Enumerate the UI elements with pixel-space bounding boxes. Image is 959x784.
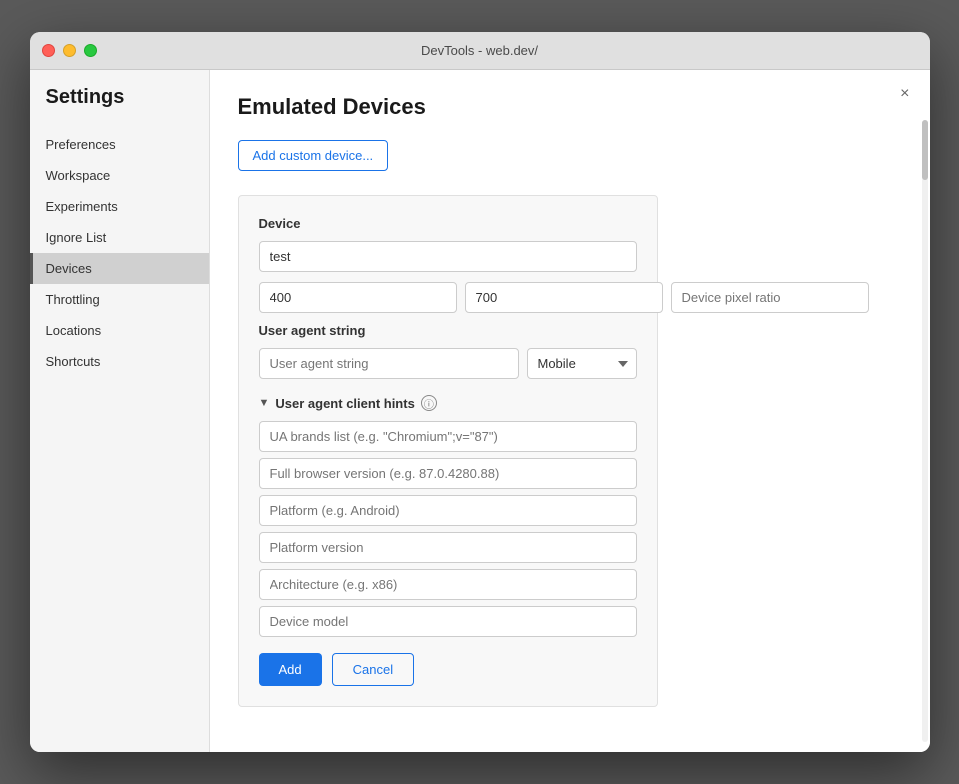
device-name-input[interactable] (259, 241, 637, 272)
width-input[interactable] (259, 282, 457, 313)
sidebar-heading: Settings (30, 86, 209, 129)
scrollbar-thumb[interactable] (922, 120, 928, 180)
user-agent-input[interactable] (259, 348, 519, 379)
info-icon[interactable]: ⓘ (421, 395, 437, 411)
device-form: Device User agent string Mobile Desktop … (238, 195, 658, 707)
sidebar-item-experiments[interactable]: Experiments (30, 191, 209, 222)
sidebar-item-label: Throttling (46, 292, 100, 307)
client-hints-label: User agent client hints (275, 396, 414, 411)
architecture-input[interactable] (259, 569, 637, 600)
pixel-ratio-input[interactable] (671, 282, 869, 313)
action-buttons: Add Cancel (259, 653, 637, 686)
add-custom-device-button[interactable]: Add custom device... (238, 140, 389, 171)
device-model-input[interactable] (259, 606, 637, 637)
dimensions-row (259, 282, 637, 313)
titlebar: DevTools - web.dev/ (30, 32, 930, 70)
minimize-traffic-light[interactable] (63, 44, 76, 57)
sidebar-item-preferences[interactable]: Preferences (30, 129, 209, 160)
sidebar-item-label: Preferences (46, 137, 116, 152)
user-agent-row: Mobile Desktop None (259, 348, 637, 379)
close-traffic-light[interactable] (42, 44, 55, 57)
ua-brands-input[interactable] (259, 421, 637, 452)
user-agent-type-select[interactable]: Mobile Desktop None (527, 348, 637, 379)
sidebar-item-ignore-list[interactable]: Ignore List (30, 222, 209, 253)
sidebar-item-label: Devices (46, 261, 92, 276)
full-browser-version-input[interactable] (259, 458, 637, 489)
traffic-lights (42, 44, 97, 57)
sidebar-item-throttling[interactable]: Throttling (30, 284, 209, 315)
hints-inputs (259, 421, 637, 637)
sidebar-item-shortcuts[interactable]: Shortcuts (30, 346, 209, 377)
sidebar-item-label: Ignore List (46, 230, 107, 245)
main-content: × Emulated Devices Add custom device... … (210, 70, 930, 752)
chevron-down-icon: ▼ (259, 397, 270, 409)
sidebar-item-workspace[interactable]: Workspace (30, 160, 209, 191)
window-body: Settings Preferences Workspace Experimen… (30, 70, 930, 752)
devtools-window: DevTools - web.dev/ Settings Preferences… (30, 32, 930, 752)
page-title: Emulated Devices (238, 94, 902, 120)
close-button[interactable]: × (900, 86, 909, 102)
cancel-button[interactable]: Cancel (332, 653, 414, 686)
window-title: DevTools - web.dev/ (421, 43, 538, 58)
user-agent-section-label: User agent string (259, 323, 637, 338)
scrollbar-track (922, 120, 928, 742)
sidebar: Settings Preferences Workspace Experimen… (30, 70, 210, 752)
height-input[interactable] (465, 282, 663, 313)
add-button[interactable]: Add (259, 653, 322, 686)
sidebar-item-locations[interactable]: Locations (30, 315, 209, 346)
sidebar-item-label: Shortcuts (46, 354, 101, 369)
platform-version-input[interactable] (259, 532, 637, 563)
maximize-traffic-light[interactable] (84, 44, 97, 57)
sidebar-item-label: Experiments (46, 199, 118, 214)
sidebar-item-label: Workspace (46, 168, 111, 183)
device-section-label: Device (259, 216, 637, 231)
client-hints-header[interactable]: ▼ User agent client hints ⓘ (259, 395, 637, 411)
platform-input[interactable] (259, 495, 637, 526)
sidebar-item-devices[interactable]: Devices (30, 253, 209, 284)
sidebar-item-label: Locations (46, 323, 102, 338)
